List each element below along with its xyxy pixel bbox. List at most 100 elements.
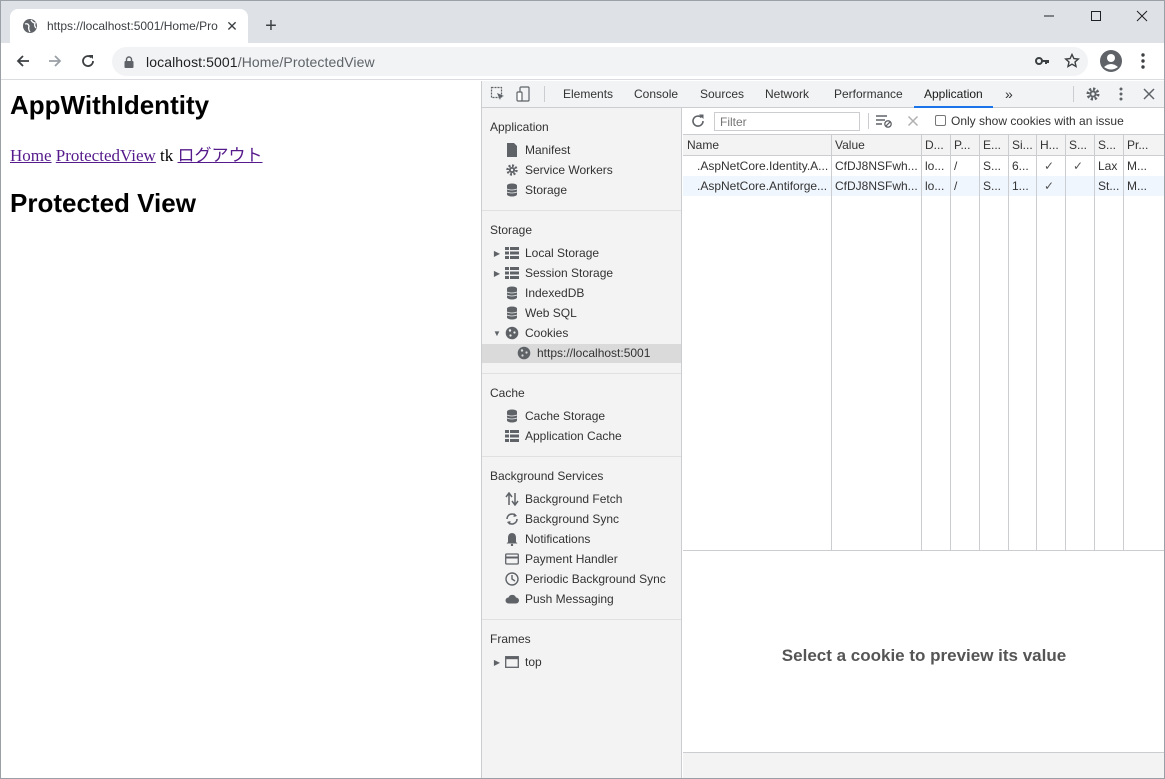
protected-view-link[interactable]: ProtectedView: [56, 146, 156, 165]
devtools-menu-icon[interactable]: [1113, 86, 1129, 102]
table-cell[interactable]: St...: [1094, 176, 1123, 196]
tab-elements[interactable]: Elements: [563, 81, 613, 107]
sidebar-item-periodic-background-sync[interactable]: Periodic Background Sync: [505, 569, 666, 589]
close-window-icon[interactable]: [1119, 1, 1164, 31]
table-cell[interactable]: /: [950, 156, 979, 176]
cookie-icon: [505, 326, 519, 340]
new-tab-icon[interactable]: +: [261, 15, 281, 37]
column-header-samesite[interactable]: S...: [1094, 135, 1123, 156]
sidebar-item-payment-handler[interactable]: Payment Handler: [505, 549, 618, 569]
browser-tab[interactable]: https://localhost:5001/Home/Pro ✕: [10, 9, 248, 43]
table-cell[interactable]: S...: [979, 176, 1008, 196]
column-header-httponly[interactable]: H...: [1036, 135, 1065, 156]
delete-cookie-icon[interactable]: [905, 113, 921, 129]
sidebar-item-cookie-origin[interactable]: https://localhost:5001: [517, 343, 650, 363]
url-host: localhost:5001: [146, 53, 238, 70]
table-cell[interactable]: 6...: [1008, 156, 1036, 176]
maximize-icon[interactable]: [1073, 1, 1119, 31]
column-header-value[interactable]: Value: [831, 135, 921, 156]
column-header-expires[interactable]: E...: [979, 135, 1008, 156]
key-icon[interactable]: [1034, 53, 1050, 72]
tab-sources[interactable]: Sources: [700, 81, 744, 107]
preview-bottom-bar: [683, 752, 1164, 778]
close-devtools-icon[interactable]: [1141, 86, 1157, 102]
table-cell[interactable]: lo...: [921, 156, 950, 176]
logout-link[interactable]: ログアウト: [178, 146, 263, 165]
clear-filtered-cookies-icon[interactable]: [876, 113, 892, 129]
sidebar-item-local-storage[interactable]: ▶ Local Storage: [494, 243, 599, 263]
table-cell[interactable]: S...: [979, 156, 1008, 176]
user-name: tk: [160, 146, 174, 165]
table-cell[interactable]: 1...: [1008, 176, 1036, 196]
database-icon: [505, 306, 519, 320]
sidebar-item-background-fetch[interactable]: Background Fetch: [505, 489, 622, 509]
only-issues-label: Only show cookies with an issue: [951, 114, 1124, 128]
table-cell[interactable]: .AspNetCore.Antiforge...: [693, 176, 831, 196]
column-header-domain[interactable]: D...: [921, 135, 950, 156]
preview-placeholder-text: Select a cookie to preview its value: [781, 646, 1067, 665]
only-issues-checkbox[interactable]: [935, 115, 946, 126]
reload-icon[interactable]: [76, 49, 100, 73]
table-cell[interactable]: /: [950, 176, 979, 196]
table-cell[interactable]: ✓: [1036, 176, 1065, 196]
tab-close-icon[interactable]: ✕: [224, 18, 240, 34]
home-link[interactable]: Home: [10, 146, 52, 165]
tab-console[interactable]: Console: [634, 81, 678, 107]
device-toolbar-icon[interactable]: [516, 86, 532, 102]
table-cell[interactable]: ✓: [1036, 156, 1065, 176]
back-icon[interactable]: [11, 49, 35, 73]
url-path: /Home/ProtectedView: [237, 53, 375, 70]
inspect-element-icon[interactable]: [490, 86, 506, 102]
sync-icon: [505, 512, 519, 526]
sidebar-item-storage-overview[interactable]: Storage: [505, 180, 567, 200]
tab-performance[interactable]: Performance: [834, 81, 903, 107]
sidebar-item-cookies[interactable]: ▼ Cookies: [493, 323, 568, 343]
column-header-path[interactable]: P...: [950, 135, 979, 156]
sidebar-item-notifications[interactable]: Notifications: [505, 529, 590, 549]
column-header-priority[interactable]: Pr...: [1123, 135, 1164, 156]
sidebar-item-service-workers[interactable]: Service Workers: [505, 160, 613, 180]
sidebar-item-indexeddb[interactable]: IndexedDB: [505, 283, 584, 303]
minimize-icon[interactable]: [1026, 1, 1072, 31]
sidebar-item-frame-top[interactable]: ▶ top: [494, 652, 542, 672]
table-cell[interactable]: .AspNetCore.Identity.A...: [693, 156, 831, 176]
column-header-name[interactable]: Name: [683, 135, 831, 156]
bookmark-star-icon[interactable]: [1064, 52, 1080, 72]
column-header-secure[interactable]: S...: [1065, 135, 1094, 156]
expand-arrow-icon[interactable]: ▶: [493, 658, 501, 667]
table-cell[interactable]: M...: [1123, 176, 1164, 196]
section-storage-header: Storage: [490, 223, 533, 237]
table-cell[interactable]: CfDJ8NSFwh...: [831, 176, 921, 196]
sidebar-item-application-cache[interactable]: Application Cache: [505, 426, 622, 446]
page-title: Protected View: [10, 188, 196, 218]
sidebar-item-background-sync[interactable]: Background Sync: [505, 509, 619, 529]
expand-arrow-icon[interactable]: ▶: [493, 249, 501, 258]
column-header-size[interactable]: Si...: [1008, 135, 1036, 156]
settings-gear-icon[interactable]: [1085, 86, 1101, 102]
address-bar[interactable]: localhost:5001/Home/ProtectedView: [112, 47, 1088, 76]
filter-input[interactable]: [714, 112, 860, 131]
sidebar-item-session-storage[interactable]: ▶ Session Storage: [494, 263, 613, 283]
sidebar-item-push-messaging[interactable]: Push Messaging: [505, 589, 614, 609]
table-cell[interactable]: CfDJ8NSFwh...: [831, 156, 921, 176]
table-cell[interactable]: M...: [1123, 156, 1164, 176]
more-tabs-icon[interactable]: »: [1005, 81, 1013, 107]
table-cell[interactable]: [1065, 176, 1094, 196]
collapse-arrow-icon[interactable]: ▼: [493, 329, 501, 338]
table-cell[interactable]: lo...: [921, 176, 950, 196]
sidebar-item-cache-storage[interactable]: Cache Storage: [505, 406, 605, 426]
table-cell[interactable]: Lax: [1094, 156, 1123, 176]
browser-menu-icon[interactable]: [1133, 49, 1153, 73]
refresh-icon[interactable]: [690, 113, 706, 129]
sidebar-item-web-sql[interactable]: Web SQL: [505, 303, 577, 323]
tab-network[interactable]: Network: [765, 81, 809, 107]
forward-icon[interactable]: [43, 49, 67, 73]
expand-arrow-icon[interactable]: ▶: [493, 269, 501, 278]
section-application-header: Application: [490, 120, 549, 134]
tab-application[interactable]: Application: [914, 81, 993, 108]
table-cell[interactable]: ✓: [1065, 156, 1094, 176]
credit-card-icon: [505, 552, 519, 566]
sidebar-item-manifest[interactable]: Manifest: [505, 140, 570, 160]
lock-icon[interactable]: [122, 55, 136, 69]
profile-avatar-icon[interactable]: [1099, 49, 1123, 73]
